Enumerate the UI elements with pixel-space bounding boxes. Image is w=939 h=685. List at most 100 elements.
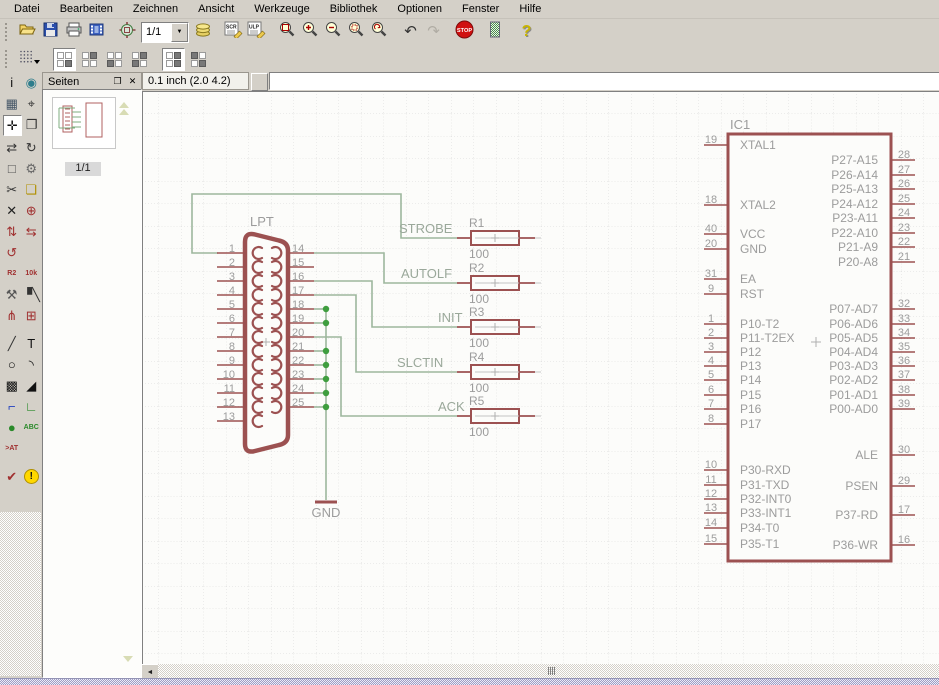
tool-invoke[interactable]: ⊞ — [23, 306, 41, 325]
arc-icon: ◝ — [29, 358, 34, 371]
tool-split[interactable]: ⋔ — [3, 306, 21, 325]
tool-errors[interactable]: ! — [23, 467, 41, 486]
cam-button[interactable] — [86, 22, 107, 43]
tool-cut[interactable]: ✂ — [3, 180, 21, 199]
display-toolbar — [0, 46, 939, 72]
thumb-scroll-up-icon[interactable] — [119, 109, 129, 115]
zoom-redraw-button[interactable] — [369, 22, 390, 43]
panel-float-icon[interactable]: ❐ — [111, 76, 124, 88]
panel-close-icon[interactable]: ✕ — [126, 76, 139, 88]
grid-settings-button[interactable] — [17, 49, 43, 70]
ic1-part[interactable]: IC1 19 XTAL1 18 XTAL2 40 VCC 20 GND 31 E… — [704, 117, 915, 561]
window-preset-6[interactable] — [187, 48, 210, 71]
sheet-selector[interactable]: 1/1▼ — [141, 22, 189, 43]
print-button[interactable] — [63, 22, 84, 43]
horizontal-scrollbar[interactable]: ◄ — [140, 664, 939, 678]
menu-fenster[interactable]: Fenster — [452, 1, 509, 18]
tool-add[interactable]: ⊕ — [23, 201, 41, 220]
redo-button[interactable]: ↷ — [423, 22, 444, 43]
tool-group[interactable]: □ — [3, 159, 21, 178]
help-button[interactable]: ? — [516, 22, 537, 43]
tool-copy[interactable]: ❐ — [24, 115, 41, 134]
tool-miter[interactable]: ▝╲ — [22, 285, 40, 304]
menu-datei[interactable]: Datei — [4, 1, 50, 18]
net-label-ACK[interactable]: ACK — [438, 399, 465, 414]
tool-bus[interactable]: ⌐ — [3, 397, 21, 416]
net-label-STROBE[interactable]: STROBE — [399, 221, 453, 236]
tool-smash[interactable]: ⚒ — [3, 285, 20, 304]
tool-polygon[interactable]: ◢ — [23, 376, 41, 395]
tool-attribute[interactable]: >AT — [3, 439, 21, 458]
tool-label[interactable]: ABC — [23, 418, 41, 437]
toolbar-drag-handle[interactable] — [5, 23, 12, 41]
board-button[interactable] — [117, 22, 138, 43]
connector-pin-number: 1 — [229, 243, 235, 255]
tool-pinswap[interactable]: ⇆ — [23, 222, 41, 241]
stop-button[interactable]: STOP — [454, 22, 475, 43]
preset-cell — [57, 52, 64, 59]
menu-ansicht[interactable]: Ansicht — [188, 1, 244, 18]
tool-erc[interactable]: ✔ — [3, 467, 21, 486]
tool-move[interactable]: ✛ — [3, 115, 22, 136]
tool-value[interactable]: 10k — [23, 264, 41, 283]
tool-replace[interactable]: ⇅ — [3, 222, 21, 241]
zoom-fit-button[interactable] — [277, 22, 298, 43]
gnd-symbol[interactable]: GND — [312, 502, 341, 520]
tool-mirror[interactable]: ⇄ — [3, 138, 21, 157]
tool-arc[interactable]: ◝ — [23, 355, 41, 374]
zoom-select-button[interactable] — [346, 22, 367, 43]
tool-change[interactable]: ⚙ — [23, 159, 41, 178]
page-number-label[interactable]: 1/1 — [65, 162, 101, 176]
progress-button[interactable] — [485, 22, 506, 43]
window-preset-1[interactable] — [53, 48, 76, 71]
window-preset-3[interactable] — [103, 48, 126, 71]
toolbar-drag-handle[interactable] — [5, 50, 12, 68]
tool-display[interactable]: ▦ — [3, 94, 21, 113]
command-input[interactable] — [269, 72, 939, 90]
menu-optionen[interactable]: Optionen — [387, 1, 452, 18]
net-label-SLCTIN[interactable]: SLCTIN — [397, 355, 443, 370]
mirror-icon: ⇄ — [6, 141, 17, 154]
tool-rect[interactable]: ▩ — [3, 376, 21, 395]
window-preset-4[interactable] — [128, 48, 151, 71]
tool-mark[interactable]: ⌖ — [23, 94, 41, 113]
tool-delete[interactable]: ✕ — [3, 201, 21, 220]
tool-text[interactable]: T — [23, 334, 41, 353]
thumb-scroll-down-icon[interactable] — [123, 656, 133, 662]
thumb-scroll-up-icon[interactable] — [119, 102, 129, 108]
tool-gateswap[interactable]: ↺ — [3, 243, 21, 262]
tool-junction[interactable]: ● — [3, 418, 21, 437]
zoom-out-button[interactable] — [323, 22, 344, 43]
window-preset-5[interactable] — [162, 48, 185, 71]
tool-info[interactable]: i — [3, 73, 21, 92]
tool-name[interactable]: R2 — [3, 264, 21, 283]
tool-show[interactable]: ◉ — [23, 73, 41, 92]
ulp-button[interactable]: ULP — [246, 22, 267, 43]
scrollbar-track[interactable] — [158, 664, 939, 678]
menu-bibliothek[interactable]: Bibliothek — [320, 1, 388, 18]
net-label-AUTOLF[interactable]: AUTOLF — [401, 266, 452, 281]
scrollbar-grip[interactable] — [548, 667, 557, 675]
menu-hilfe[interactable]: Hilfe — [509, 1, 551, 18]
library-button[interactable] — [192, 22, 213, 43]
script-button[interactable]: SCR — [223, 22, 244, 43]
main-toolbar: 1/1▼ SCRULP ↶↷ STOP? — [0, 18, 939, 46]
coordbar-splitter[interactable] — [251, 73, 268, 91]
window-preset-2[interactable] — [78, 48, 101, 71]
net-label-INIT[interactable]: INIT — [438, 310, 463, 325]
chevron-down-icon[interactable]: ▼ — [171, 23, 188, 42]
undo-button[interactable]: ↶ — [400, 22, 421, 43]
schematic-canvas[interactable]: GND LPT 1 2 3 4 5 6 7 8 9 10 11 12 13141… — [142, 91, 939, 665]
zoom-in-button[interactable] — [300, 22, 321, 43]
open-button[interactable] — [17, 22, 38, 43]
tool-rotate[interactable]: ↻ — [23, 138, 41, 157]
menu-werkzeuge[interactable]: Werkzeuge — [244, 1, 319, 18]
menu-zeichnen[interactable]: Zeichnen — [123, 1, 188, 18]
page-thumbnail[interactable] — [52, 97, 116, 149]
tool-paste[interactable]: ❏ — [23, 180, 41, 199]
tool-net[interactable]: ∟ — [23, 397, 41, 416]
save-button[interactable] — [40, 22, 61, 43]
tool-circle[interactable]: ○ — [3, 355, 21, 374]
menu-bearbeiten[interactable]: Bearbeiten — [50, 1, 123, 18]
tool-wire[interactable]: ╱ — [3, 334, 21, 353]
